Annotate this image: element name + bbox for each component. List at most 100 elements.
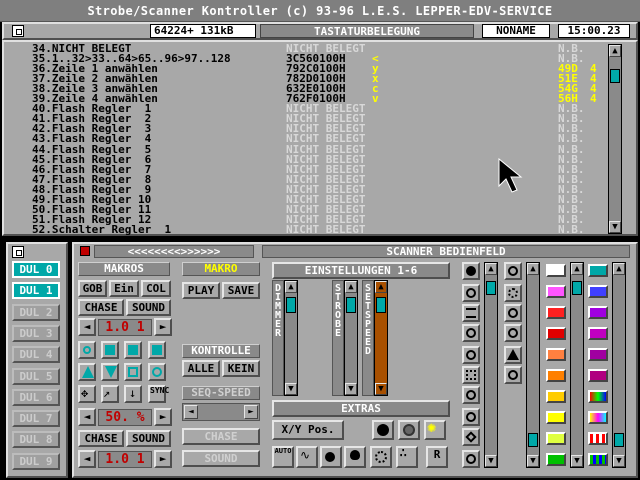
color1-down-icon[interactable]: ▼ xyxy=(571,455,583,467)
dul-item[interactable]: DUL 5 xyxy=(12,367,60,385)
circle-pattern-icon[interactable] xyxy=(78,341,96,359)
scanner-close-icon[interactable] xyxy=(80,246,90,256)
color-slider-2[interactable]: ▲ ▼ xyxy=(612,262,626,468)
gobo2-ring-3-icon[interactable] xyxy=(504,324,522,342)
color-magenta-swatch[interactable] xyxy=(588,327,608,340)
sound-button-2[interactable]: SOUND xyxy=(126,430,171,447)
gobo-slider-2[interactable]: ▲ ▼ xyxy=(526,262,540,468)
gobo2-dotted-icon[interactable] xyxy=(504,284,522,302)
gobo2-down-icon[interactable]: ▼ xyxy=(527,455,539,467)
color-cyan-swatch[interactable] xyxy=(588,264,608,277)
dul-item[interactable]: DUL 1 xyxy=(12,282,60,300)
value1-right-arrow-icon[interactable]: ► xyxy=(154,318,172,336)
value1-left-arrow-icon[interactable]: ◄ xyxy=(78,318,96,336)
gobo-lines-icon[interactable] xyxy=(462,304,480,322)
key-row[interactable]: 52.Schalter Regler 1 NICHT BELEGT N.B. xyxy=(32,224,602,235)
ein-button[interactable]: Ein xyxy=(109,280,139,297)
color-white-swatch[interactable] xyxy=(546,264,566,277)
color-red-swatch[interactable] xyxy=(546,327,566,340)
dimmer-thumb[interactable] xyxy=(286,297,296,313)
color-violet-swatch[interactable] xyxy=(588,348,608,361)
value3-left-arrow-icon[interactable]: ◄ xyxy=(78,450,96,468)
gobo1-down-icon[interactable]: ▼ xyxy=(485,455,497,467)
color1-thumb[interactable] xyxy=(572,281,582,295)
color-stripe-2-swatch[interactable] xyxy=(588,453,608,466)
color-yellow-swatch[interactable] xyxy=(546,411,566,424)
color-lime-swatch[interactable] xyxy=(546,432,566,445)
chase-button[interactable]: CHASE xyxy=(78,299,124,316)
sound-button[interactable]: SOUND xyxy=(126,299,171,316)
hatched-circle-icon[interactable] xyxy=(398,420,420,440)
auto-button[interactable]: AUTO xyxy=(272,446,294,468)
square-icon[interactable] xyxy=(124,363,142,381)
circle-icon[interactable] xyxy=(148,363,166,381)
chase-button-2[interactable]: CHASE xyxy=(78,430,124,447)
scanner-nav-arrows[interactable]: <<<<<<<<>>>>>> xyxy=(94,245,254,258)
extras-button[interactable]: EXTRAS xyxy=(272,400,450,417)
kein-button[interactable]: KEIN xyxy=(222,360,260,377)
gobo-ring-4-icon[interactable] xyxy=(462,386,480,404)
color-slider-1[interactable]: ▲ ▼ xyxy=(570,262,584,468)
list-scrollbar[interactable]: ▲ ▼ xyxy=(608,44,622,234)
dul-item[interactable]: DUL 0 xyxy=(12,261,60,278)
alle-button[interactable]: ALLE xyxy=(182,360,220,377)
down-arrow-icon[interactable]: ↓ xyxy=(124,385,142,403)
three-dots-icon[interactable]: ∴ xyxy=(396,446,418,468)
xy-pos-button[interactable]: X/Y Pos. xyxy=(272,420,344,440)
seq-speed-left-icon[interactable]: ◄ xyxy=(184,405,198,419)
value2-right-arrow-icon[interactable]: ► xyxy=(154,408,172,426)
grid-pattern-icon[interactable] xyxy=(124,341,142,359)
black-dot-icon[interactable] xyxy=(372,420,394,440)
gobo2-triangle-icon[interactable] xyxy=(504,346,522,364)
color-plum-swatch[interactable] xyxy=(588,369,608,382)
gobo-grid-icon[interactable] xyxy=(462,366,480,384)
gobo-ring-5-icon[interactable] xyxy=(462,408,480,426)
color-amber-swatch[interactable] xyxy=(546,390,566,403)
color1-up-icon[interactable]: ▲ xyxy=(571,263,583,275)
gobo1-up-icon[interactable]: ▲ xyxy=(485,263,497,275)
dul-item[interactable]: DUL 7 xyxy=(12,410,60,428)
col-button[interactable]: COL xyxy=(141,280,171,297)
color2-down-icon[interactable]: ▼ xyxy=(613,455,625,467)
gobo2-ring-icon[interactable] xyxy=(504,262,522,280)
einstellungen-button[interactable]: EINSTELLUNGEN 1-6 xyxy=(272,262,450,279)
value3-right-arrow-icon[interactable]: ► xyxy=(154,450,172,468)
dul-item[interactable]: DUL 9 xyxy=(12,452,60,470)
color-pink-swatch[interactable] xyxy=(546,285,566,298)
color-purple-swatch[interactable] xyxy=(588,306,608,319)
r-button[interactable]: R xyxy=(426,446,448,468)
wave-icon[interactable]: ∿ xyxy=(296,446,318,468)
gobo-ring-icon[interactable] xyxy=(462,284,480,302)
key-assignment-list[interactable]: 34.NICHT BELEGT NICHT BELEGT N.B. 35.1..32>… xyxy=(32,43,602,235)
dul-close-box-icon[interactable] xyxy=(12,246,24,258)
dimmer-down-icon[interactable]: ▼ xyxy=(285,383,297,395)
gobo-ring-3-icon[interactable] xyxy=(462,346,480,364)
color-mix-swatch[interactable] xyxy=(588,411,608,424)
bulb-icon[interactable] xyxy=(344,446,366,468)
play-button[interactable]: PLAY xyxy=(182,282,220,299)
color2-thumb[interactable] xyxy=(614,433,624,447)
gobo2-ring-4-icon[interactable] xyxy=(504,366,522,384)
seq-speed-slider[interactable]: ◄ ► xyxy=(182,403,260,421)
seq-speed-right-icon[interactable]: ► xyxy=(244,405,258,419)
dul-item[interactable]: DUL 8 xyxy=(12,431,60,449)
bomb-icon[interactable] xyxy=(320,446,342,468)
dul-item[interactable]: DUL 3 xyxy=(12,324,60,342)
color-rainbow-swatch[interactable] xyxy=(588,390,608,403)
strobe-down-icon[interactable]: ▼ xyxy=(345,383,357,395)
gobo-black-dot-icon[interactable] xyxy=(462,262,480,280)
strobe-up-icon[interactable]: ▲ xyxy=(345,281,357,293)
scroll-thumb[interactable] xyxy=(610,69,620,83)
move-arrows-icon[interactable]: ✥ xyxy=(78,385,96,403)
scroll-down-arrow-icon[interactable]: ▼ xyxy=(609,221,621,233)
gobo2-ring-2-icon[interactable] xyxy=(504,304,522,322)
dimmer-slider[interactable]: ▲ ▼ xyxy=(284,280,298,396)
color2-up-icon[interactable]: ▲ xyxy=(613,263,625,275)
gobo-diamond-icon[interactable] xyxy=(462,428,480,446)
dimmer-up-icon[interactable]: ▲ xyxy=(285,281,297,293)
gob-button[interactable]: GOB xyxy=(78,280,107,297)
dul-item[interactable]: DUL 6 xyxy=(12,388,60,406)
set-speed-thumb[interactable] xyxy=(376,297,386,313)
sync-button[interactable]: SYNC xyxy=(148,385,169,403)
color-orange-light-swatch[interactable] xyxy=(546,348,566,361)
